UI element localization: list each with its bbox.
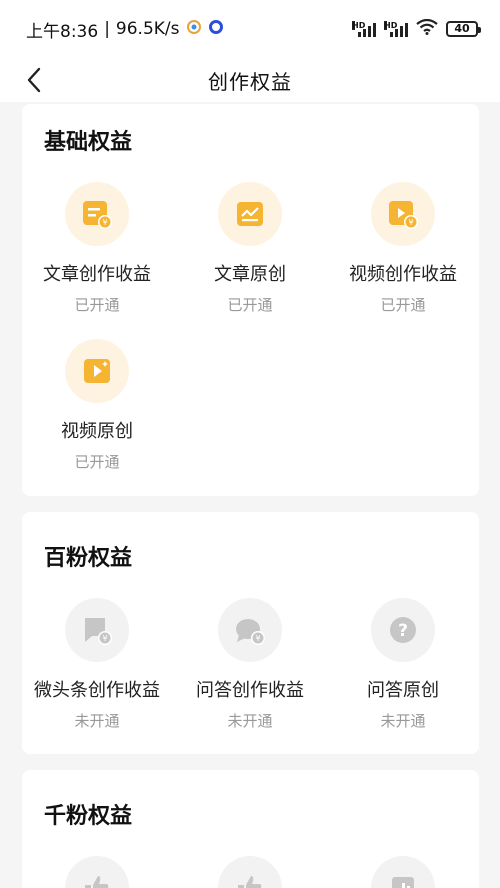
section-card-thousand-fans: 千粉权益 [22, 770, 479, 888]
battery-icon: 40 [446, 21, 481, 37]
benefit-item-article-original[interactable]: 文章原创 已开通 [175, 182, 325, 315]
benefit-status: 未开通 [227, 712, 273, 730]
benefit-item-article-revenue[interactable]: ¥ 文章创作收益 已开通 [22, 182, 172, 315]
status-divider: | [104, 19, 110, 39]
benefit-label: 文章创作收益 [43, 264, 151, 285]
status-left: 上午8:36 | 96.5K/s [26, 17, 224, 42]
svg-text:¥: ¥ [102, 634, 107, 643]
qa-original-icon: ? [371, 598, 435, 662]
benefit-label: 视频原创 [61, 421, 133, 442]
article-revenue-icon: ¥ [65, 182, 129, 246]
thumbs-up-icon [218, 856, 282, 888]
benefit-status: 已开通 [74, 453, 120, 471]
section-title: 基础权益 [44, 130, 133, 155]
app-notification-icon [208, 19, 224, 40]
benefit-item-video-original[interactable]: 视频原创 已开通 [22, 339, 172, 472]
benefit-status: 已开通 [380, 296, 426, 314]
benefit-label: 问答创作收益 [196, 680, 304, 701]
benefit-label: 视频创作收益 [349, 264, 457, 285]
chevron-left-icon [27, 67, 41, 93]
wifi-icon [416, 18, 438, 40]
video-revenue-icon: ¥ [371, 182, 435, 246]
signal-icon: HD [384, 21, 408, 37]
network-speed: 96.5K/s [115, 19, 180, 39]
back-button[interactable] [18, 64, 50, 96]
signal-icon: HD [352, 21, 376, 37]
svg-text:¥: ¥ [102, 218, 107, 227]
benefit-item-video-revenue[interactable]: ¥ 视频创作收益 已开通 [328, 182, 478, 315]
video-original-icon [65, 339, 129, 403]
svg-text:¥: ¥ [408, 218, 413, 227]
benefit-item-qa-original[interactable]: ? 问答原创 未开通 [328, 598, 478, 731]
nav-bar: 创作权益 [0, 58, 500, 102]
benefit-label: 文章原创 [214, 264, 286, 285]
benefit-item-micro-post-revenue[interactable]: ¥ 微头条创作收益 未开通 [22, 598, 172, 731]
section-card-basic: 基础权益 ¥ 文章创作收益 已开通 文章原创 已开通 ¥ 视频创作收益 已开通 … [22, 104, 479, 496]
app-notification-icon [186, 19, 202, 40]
svg-text:¥: ¥ [255, 634, 260, 643]
benefit-status: 未开通 [74, 712, 120, 730]
benefit-status: 已开通 [227, 296, 273, 314]
svg-text:?: ? [398, 621, 408, 641]
benefit-item-thousand-1[interactable] [22, 856, 172, 888]
benefit-item-qa-revenue[interactable]: ¥ 问答创作收益 未开通 [175, 598, 325, 731]
section-card-hundred-fans: 百粉权益 ¥ 微头条创作收益 未开通 ¥ 问答创作收益 未开通 ? 问答原创 未… [22, 512, 479, 754]
benefit-status: 未开通 [380, 712, 426, 730]
thumbs-up-icon [65, 856, 129, 888]
status-right: HD HD 40 [352, 18, 481, 40]
status-bar: 上午8:36 | 96.5K/s HD HD 40 [0, 0, 500, 58]
qa-revenue-icon: ¥ [218, 598, 282, 662]
chart-icon [371, 856, 435, 888]
page-title: 创作权益 [208, 69, 292, 94]
benefit-item-thousand-2[interactable] [175, 856, 325, 888]
benefit-item-thousand-3[interactable] [328, 856, 478, 888]
status-time: 上午8:36 [26, 21, 99, 42]
micro-post-revenue-icon: ¥ [65, 598, 129, 662]
section-title: 百粉权益 [44, 546, 133, 571]
article-original-icon [218, 182, 282, 246]
section-title: 千粉权益 [44, 804, 133, 829]
benefit-status: 已开通 [74, 296, 120, 314]
benefit-label: 问答原创 [367, 680, 439, 701]
benefit-label: 微头条创作收益 [34, 680, 160, 701]
